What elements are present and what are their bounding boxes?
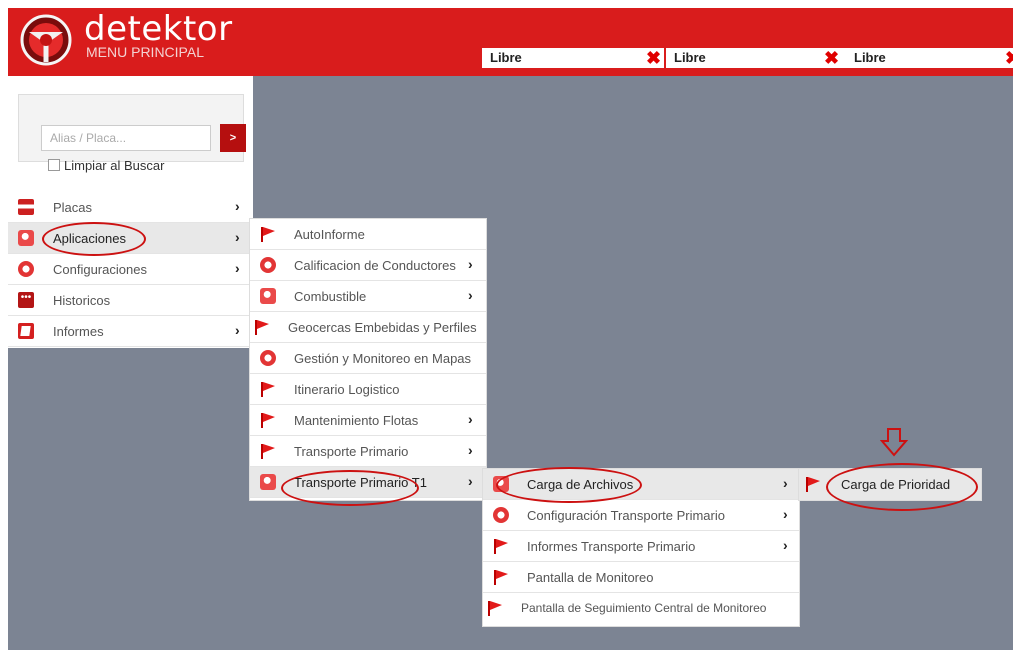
detektor-logo-icon xyxy=(20,14,72,66)
chevron-right-icon: › xyxy=(235,198,240,214)
annotation-ring xyxy=(496,467,642,503)
menu-item-label: Placas xyxy=(53,200,93,215)
menu-item-label: Configuraciones xyxy=(53,262,147,277)
menu-item-gestion-monitoreo-mapas[interactable]: Gestión y Monitoreo en Mapas xyxy=(250,343,486,374)
chevron-right-icon: › xyxy=(235,322,240,338)
search-input[interactable] xyxy=(41,125,211,151)
flag-icon xyxy=(261,444,275,459)
brand-name: detektor xyxy=(84,9,233,49)
vehicle-slot-3[interactable]: Libre ✖ xyxy=(846,48,1013,68)
close-icon[interactable]: ✖ xyxy=(824,48,839,68)
menu-item-informes[interactable]: Informes › xyxy=(8,316,253,347)
plate-icon xyxy=(18,199,34,215)
menu-item-pantalla-monitoreo[interactable]: Pantalla de Monitoreo xyxy=(483,562,799,593)
menu-item-autoinforme[interactable]: AutoInforme xyxy=(250,219,486,250)
menu-item-label: Pantalla de Seguimiento Central de Monit… xyxy=(521,601,767,615)
chevron-right-icon: › xyxy=(468,473,473,489)
menu-item-calificacion-conductores[interactable]: Calificacion de Conductores › xyxy=(250,250,486,281)
chevron-right-icon: › xyxy=(783,537,788,553)
vehicle-slot-1[interactable]: Libre ✖ xyxy=(482,48,664,68)
chevron-right-icon: › xyxy=(783,506,788,522)
search-box: > Limpiar al Buscar xyxy=(18,94,246,173)
gear-icon xyxy=(493,507,509,523)
annotation-ring xyxy=(281,470,419,506)
menu-item-label: Itinerario Logistico xyxy=(294,382,400,397)
menu-item-label: Gestión y Monitoreo en Mapas xyxy=(294,351,472,366)
chevron-right-icon: › xyxy=(235,260,240,276)
menu-item-configuraciones[interactable]: Configuraciones › xyxy=(8,254,253,285)
menu-item-label: Calificacion de Conductores xyxy=(294,258,456,273)
cube-icon xyxy=(18,230,34,246)
menu-item-label: Geocercas Embebidas y Perfiles xyxy=(288,320,477,335)
chevron-right-icon: › xyxy=(783,475,788,491)
search-button[interactable]: > xyxy=(220,124,246,152)
page-icon xyxy=(18,323,34,339)
menu-item-label: Informes xyxy=(53,324,104,339)
menu-item-pantalla-seguimiento[interactable]: Pantalla de Seguimiento Central de Monit… xyxy=(483,593,799,624)
down-arrow-icon xyxy=(880,428,908,457)
annotation-ring xyxy=(42,222,146,256)
menu-item-itinerario-logistico[interactable]: Itinerario Logistico xyxy=(250,374,486,405)
menu-item-label: Transporte Primario xyxy=(294,444,409,459)
cube-icon xyxy=(260,474,276,490)
gear-icon xyxy=(18,261,34,277)
clear-checkbox[interactable] xyxy=(48,159,60,171)
chevron-right-icon: › xyxy=(468,442,473,458)
menu-item-historicos[interactable]: ••• Historicos xyxy=(8,285,253,316)
chevron-right-icon: › xyxy=(468,411,473,427)
clear-label: Limpiar al Buscar xyxy=(64,158,165,173)
slot-label: Libre xyxy=(674,50,706,65)
menu-item-geocercas[interactable]: Geocercas Embebidas y Perfiles xyxy=(250,312,486,343)
menu-item-label: Historicos xyxy=(53,293,111,308)
flag-icon xyxy=(494,570,508,585)
close-icon[interactable]: ✖ xyxy=(646,48,661,68)
flag-icon xyxy=(806,477,820,492)
menu-item-label: Configuración Transporte Primario xyxy=(527,508,725,523)
flag-icon xyxy=(494,539,508,554)
menu-item-placas[interactable]: Placas › xyxy=(8,192,253,223)
main-menu: Placas › Aplicaciones › Configuraciones … xyxy=(8,192,253,348)
menu-subtitle: MENU PRINCIPAL xyxy=(86,44,204,60)
gear-icon xyxy=(260,350,276,366)
annotation-ring xyxy=(826,463,978,511)
menu-item-informes-transporte[interactable]: Informes Transporte Primario › xyxy=(483,531,799,562)
menu-item-label: AutoInforme xyxy=(294,227,365,242)
chevron-right-icon: › xyxy=(468,287,473,303)
cube-icon xyxy=(260,288,276,304)
menu-item-label: Pantalla de Monitoreo xyxy=(527,570,654,585)
aplicaciones-submenu: AutoInforme Calificacion de Conductores … xyxy=(249,218,487,501)
chevron-right-icon: › xyxy=(468,256,473,272)
flag-icon xyxy=(261,227,275,242)
menu-item-transporte-primario[interactable]: Transporte Primario › xyxy=(250,436,486,467)
gear-icon xyxy=(260,257,276,273)
menu-item-combustible[interactable]: Combustible › xyxy=(250,281,486,312)
flag-icon xyxy=(261,382,275,397)
menu-item-label: Informes Transporte Primario xyxy=(527,539,696,554)
vehicle-slot-2[interactable]: Libre ✖ xyxy=(666,48,848,68)
close-icon[interactable]: ✖ xyxy=(1005,48,1013,68)
chevron-right-icon: › xyxy=(235,229,240,245)
clear-on-search-option[interactable]: Limpiar al Buscar xyxy=(48,158,164,173)
flag-icon xyxy=(488,601,502,616)
menu-item-configuracion-transporte[interactable]: Configuración Transporte Primario › xyxy=(483,500,799,531)
menu-item-mantenimiento-flotas[interactable]: Mantenimiento Flotas › xyxy=(250,405,486,436)
flag-icon xyxy=(255,320,269,335)
dots-icon: ••• xyxy=(18,292,34,308)
slot-label: Libre xyxy=(490,50,522,65)
menu-item-label: Combustible xyxy=(294,289,367,304)
flag-icon xyxy=(261,413,275,428)
menu-item-label: Mantenimiento Flotas xyxy=(294,413,419,428)
slot-label: Libre xyxy=(854,50,886,65)
